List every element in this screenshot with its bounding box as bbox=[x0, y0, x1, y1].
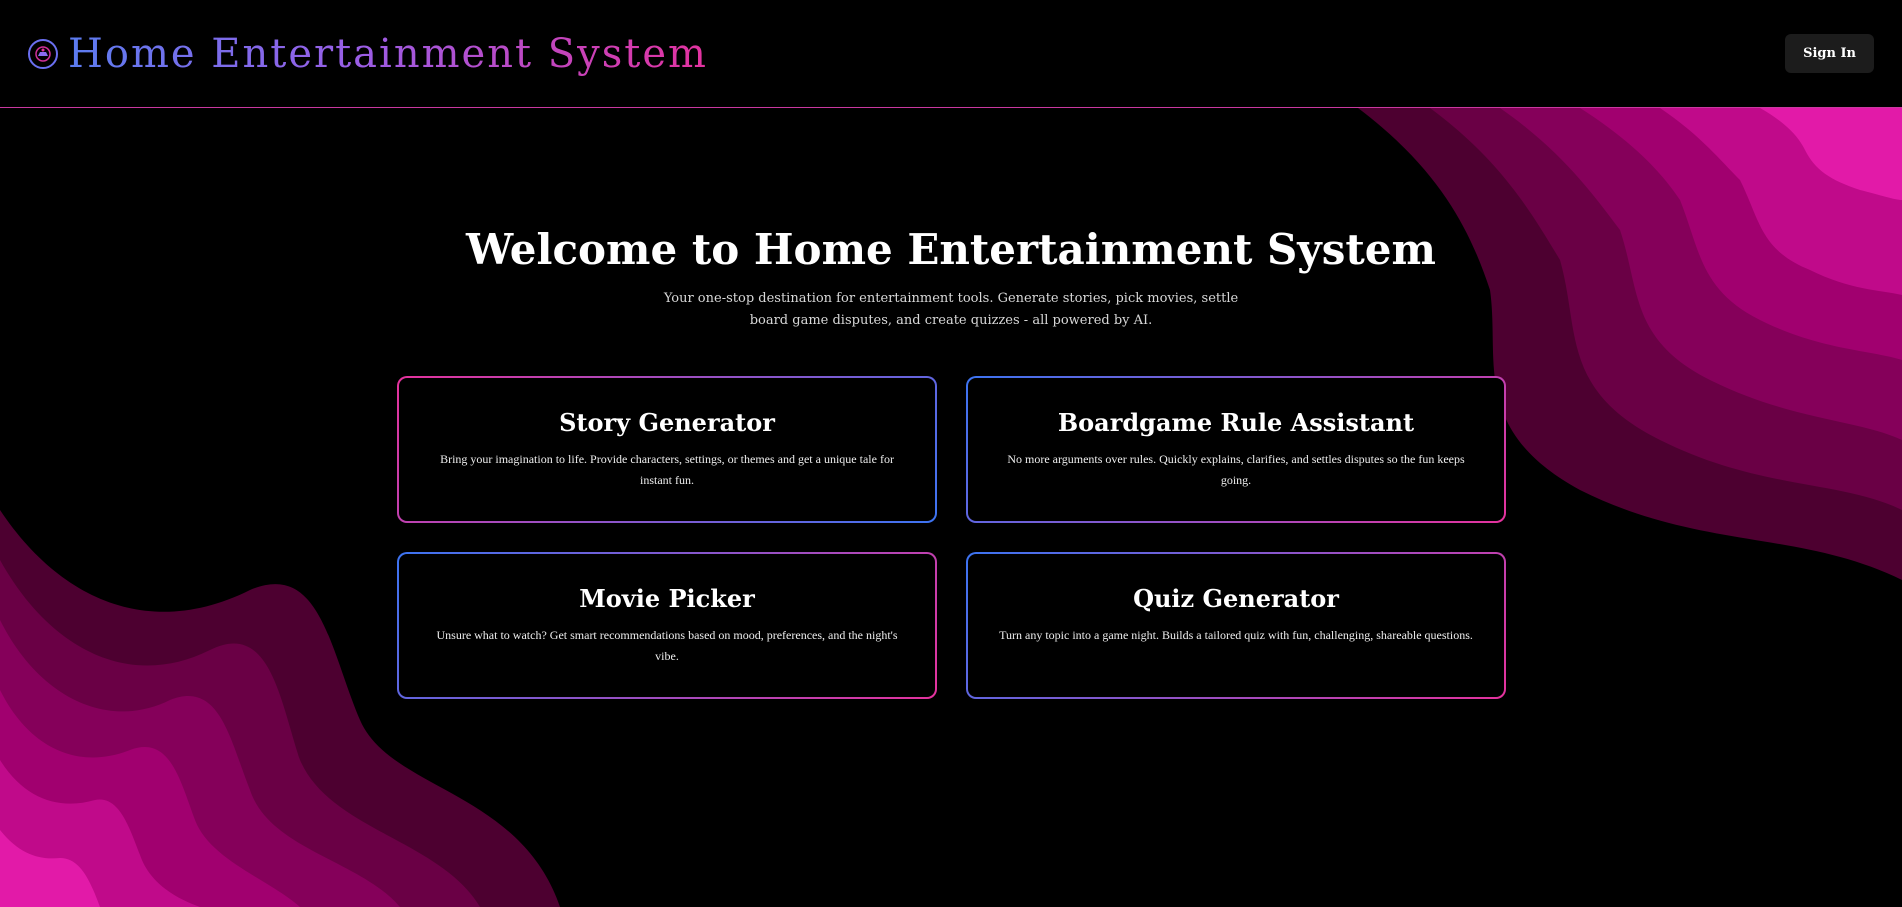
brand[interactable]: Home Entertainment System bbox=[28, 31, 708, 77]
card-title: Movie Picker bbox=[579, 584, 755, 613]
main-content: Welcome to Home Entertainment System You… bbox=[0, 109, 1902, 907]
card-movie-picker[interactable]: Movie Picker Unsure what to watch? Get s… bbox=[397, 552, 937, 699]
card-title: Quiz Generator bbox=[1133, 584, 1339, 613]
card-description: No more arguments over rules. Quickly ex… bbox=[1007, 452, 1465, 487]
top-bar: Home Entertainment System Sign In bbox=[0, 0, 1902, 108]
app-title: Home Entertainment System bbox=[68, 30, 708, 77]
card-description: Unsure what to watch? Get smart recommen… bbox=[436, 628, 898, 663]
sign-in-button[interactable]: Sign In bbox=[1785, 34, 1874, 73]
card-title: Story Generator bbox=[559, 408, 775, 437]
card-description: Bring your imagination to life. Provide … bbox=[440, 452, 894, 487]
page-subtitle: Your one-stop destination for entertainm… bbox=[663, 291, 1239, 328]
logo-icon bbox=[28, 38, 58, 69]
card-quiz-generator[interactable]: Quiz Generator Turn any topic into a gam… bbox=[966, 552, 1506, 699]
card-title: Boardgame Rule Assistant bbox=[1057, 408, 1415, 437]
card-story-generator[interactable]: Story Generator Bring your imagination t… bbox=[397, 376, 937, 523]
card-description: Turn any topic into a game night. Builds… bbox=[999, 628, 1473, 642]
card-boardgame-rule-assistant[interactable]: Boardgame Rule Assistant No more argumen… bbox=[966, 376, 1506, 523]
page-title: Welcome to Home Entertainment System bbox=[466, 225, 1436, 274]
